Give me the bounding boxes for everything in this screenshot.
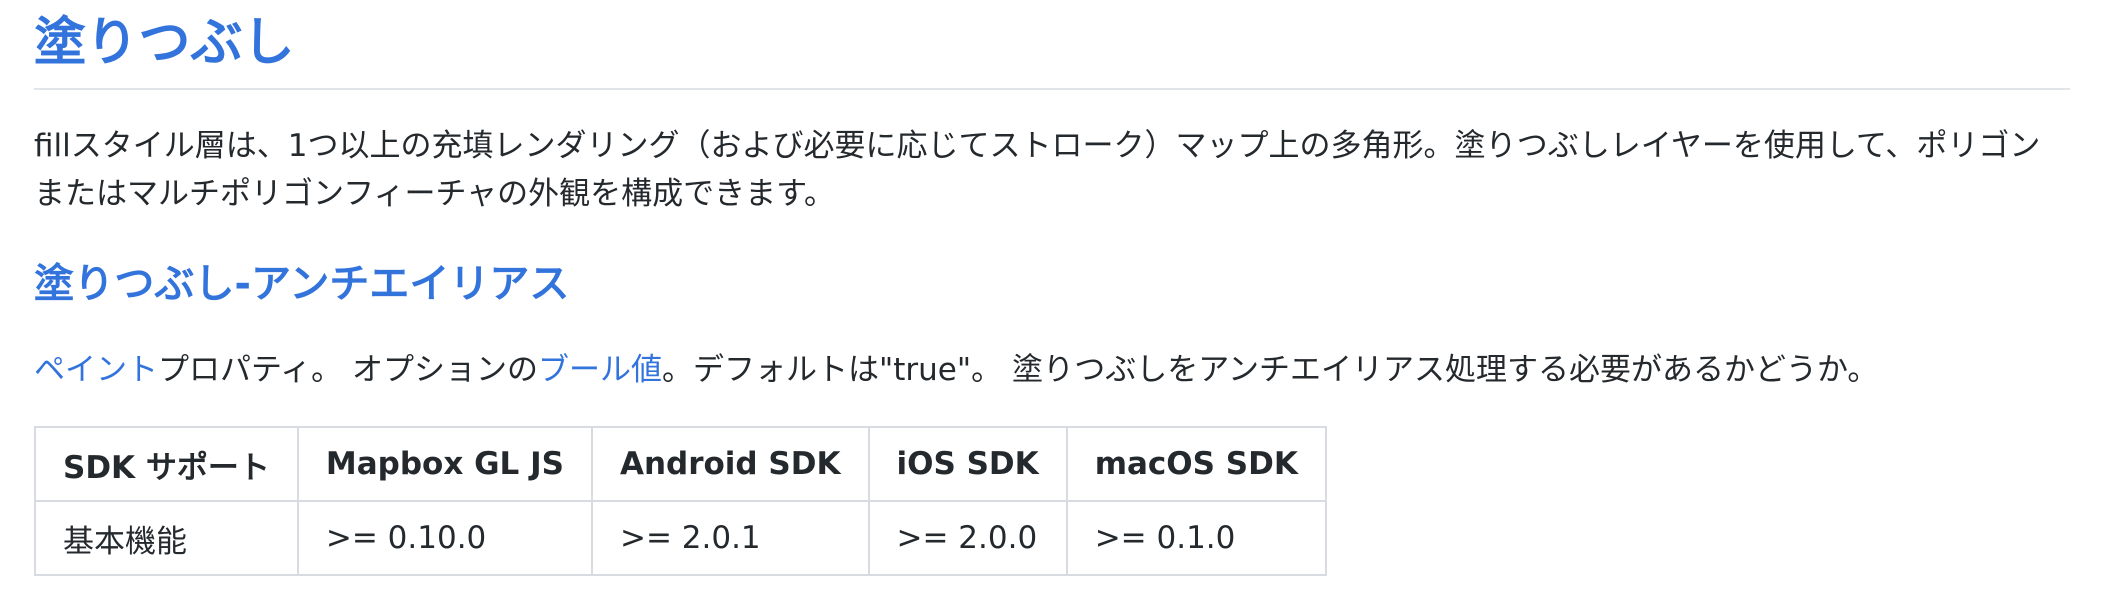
header-macos-sdk: macOS SDK xyxy=(1065,426,1327,502)
section-heading: 塗りつぶし-アンチエイリアス xyxy=(34,261,570,307)
property-text: プロパティ。 オプションの xyxy=(158,352,538,388)
cell-android-version: >= 2.0.1 xyxy=(590,500,870,576)
cell-mapbox-version: >= 0.10.0 xyxy=(296,500,593,576)
table-row: 基本機能 >= 0.10.0 >= 2.0.1 >= 2.0.0 >= 0.1.… xyxy=(34,500,1327,576)
header-mapbox-gl-js: Mapbox GL JS xyxy=(296,426,593,502)
table-header-row: SDK サポート Mapbox GL JS Android SDK iOS SD… xyxy=(34,426,1327,502)
sdk-support-table: SDK サポート Mapbox GL JS Android SDK iOS SD… xyxy=(34,426,1327,576)
default-text: 。デフォルトは"true"。 塗りつぶしをアンチエイリアス処理する必要があるかど… xyxy=(662,352,1879,388)
boolean-link[interactable]: ブール値 xyxy=(538,352,662,388)
cell-ios-version: >= 2.0.0 xyxy=(867,500,1068,576)
cell-basic-functionality: 基本機能 xyxy=(34,500,299,576)
paint-link[interactable]: ペイント xyxy=(34,352,158,388)
header-android-sdk: Android SDK xyxy=(590,426,870,502)
page-title: 塗りつぶし xyxy=(34,13,295,73)
header-sdk-support: SDK サポート xyxy=(34,426,299,502)
intro-paragraph: fillスタイル層は、1つ以上の充填レンダリング（および必要に応じてストローク）… xyxy=(34,128,2041,212)
header-ios-sdk: iOS SDK xyxy=(867,426,1068,502)
property-description: ペイントプロパティ。 オプションのブール値。デフォルトは"true"。 塗りつぶ… xyxy=(34,346,2070,394)
title-divider xyxy=(34,88,2070,90)
page: 塗りつぶし fillスタイル層は、1つ以上の充填レンダリング（および必要に応じて… xyxy=(0,0,2104,614)
cell-macos-version: >= 0.1.0 xyxy=(1065,500,1327,576)
